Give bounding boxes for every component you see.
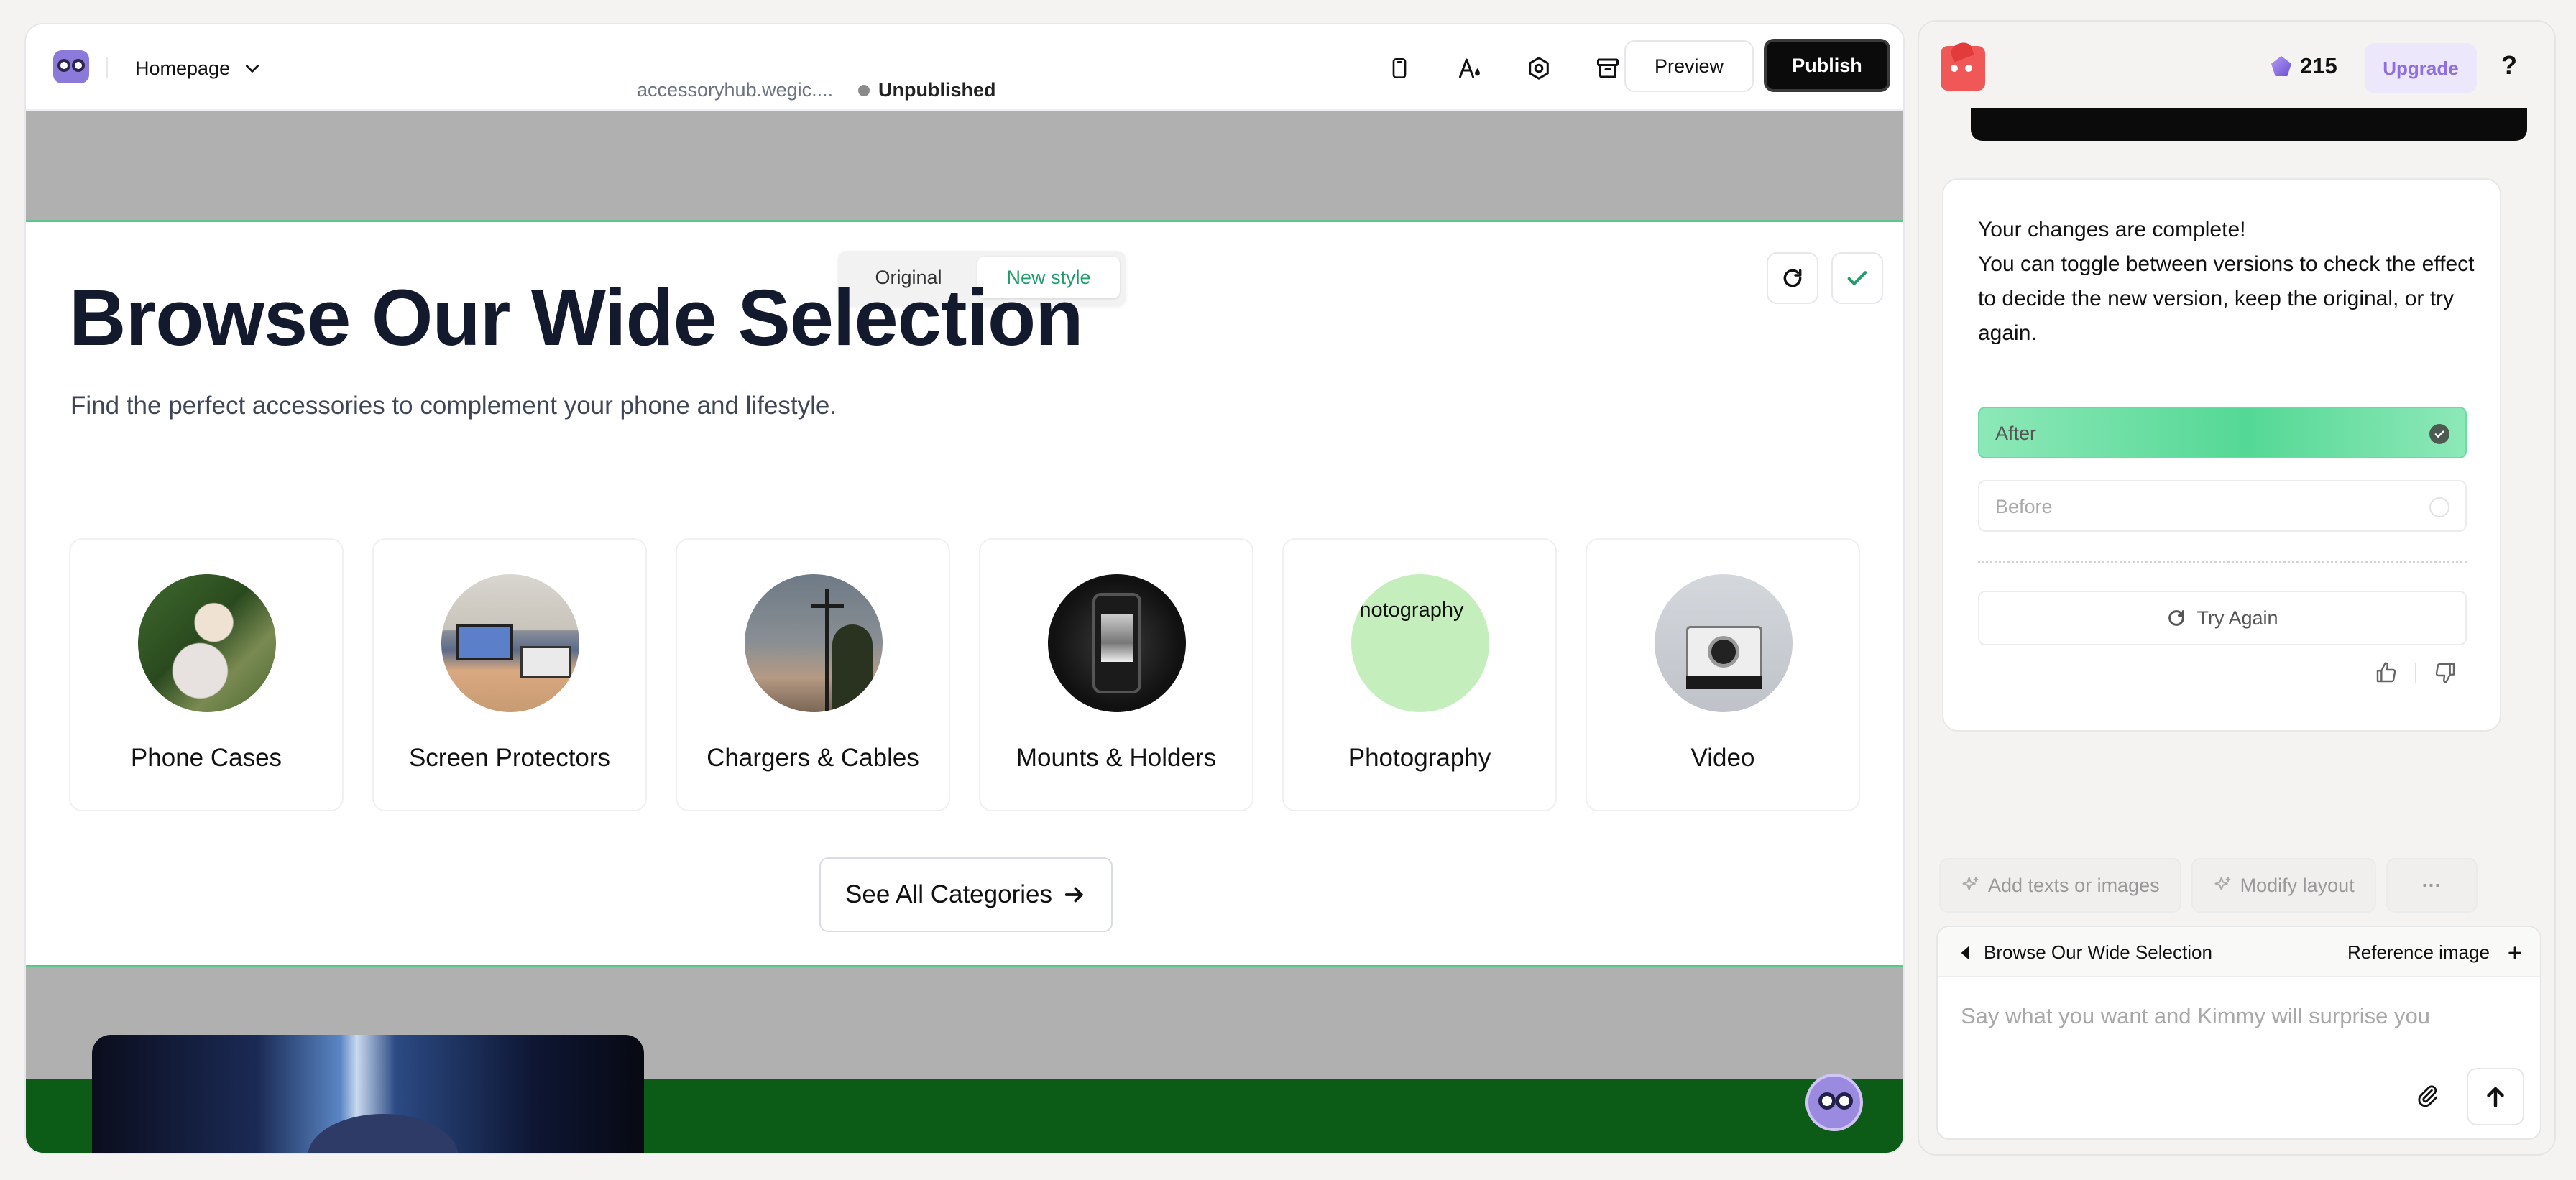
category-image: [138, 574, 276, 712]
editor-topbar: Homepage accessoryhub.wegic.... Unpublis…: [26, 24, 1903, 111]
try-again-button[interactable]: Try Again: [1978, 591, 2467, 645]
send-button[interactable]: [2467, 1068, 2524, 1125]
assistant-panel: 215 Upgrade ? Your changes are complete!…: [1918, 20, 2556, 1156]
section-title: Browse Our Wide Selection: [69, 274, 1083, 362]
caret-left-icon[interactable]: [1959, 945, 1971, 961]
chat-input[interactable]: Say what you want and Kimmy will surpris…: [1961, 1003, 2430, 1029]
categories-section[interactable]: Original New style Browse Our Wide Selec…: [26, 220, 1903, 967]
category-card[interactable]: Mounts & Holders: [979, 538, 1254, 811]
selection-context-bar: Browse Our Wide Selection Reference imag…: [1938, 927, 2540, 977]
suggestion-chips: Add texts or images Modify layout ···: [1939, 858, 2478, 913]
upgrade-button[interactable]: Upgrade: [2365, 43, 2477, 93]
arrow-right-icon: [1064, 887, 1083, 903]
chip-label: Add texts or images: [1988, 874, 2160, 896]
category-card[interactable]: Phone Cases: [69, 538, 344, 811]
thumbs-up-icon[interactable]: [2375, 661, 2398, 684]
assistant-bot-icon[interactable]: [1806, 1074, 1863, 1131]
message-line-2: You can toggle between versions to check…: [1978, 252, 2475, 345]
category-image: [745, 574, 883, 712]
category-card[interactable]: Chargers & Cables: [676, 538, 950, 811]
mobile-icon[interactable]: [1383, 52, 1416, 85]
credits-counter: 215: [2271, 53, 2337, 79]
divider: [2415, 663, 2416, 683]
chip-add-texts-images[interactable]: Add texts or images: [1939, 858, 2181, 913]
category-label: Mounts & Holders: [1016, 744, 1217, 772]
chip-label: Modify layout: [2240, 874, 2355, 896]
page-selector-label: Homepage: [135, 57, 231, 79]
publish-button[interactable]: Publish: [1764, 39, 1890, 92]
refresh-icon: [1783, 269, 1802, 287]
context-label: Browse Our Wide Selection: [1984, 941, 2212, 963]
sparkle-icon: [2214, 877, 2231, 890]
chip-modify-layout[interactable]: Modify layout: [2191, 858, 2376, 913]
after-label: After: [1995, 423, 2037, 444]
category-label: Screen Protectors: [408, 744, 611, 772]
broken-image-alt-text: Photography: [1351, 599, 1464, 622]
divider: [1978, 561, 2467, 563]
version-after-option[interactable]: After: [1978, 407, 2467, 458]
category-card[interactable]: Screen Protectors: [372, 538, 647, 811]
settings-icon[interactable]: [1522, 52, 1555, 85]
category-image: [1655, 574, 1793, 712]
plus-icon[interactable]: [2507, 945, 2523, 961]
check-icon: [1847, 271, 1867, 285]
category-label: Phone Cases: [130, 744, 282, 772]
chat-input-box: Browse Our Wide Selection Reference imag…: [1936, 926, 2542, 1140]
check-circle-icon: [2429, 424, 2450, 444]
arrow-up-icon: [2487, 1087, 2504, 1107]
refresh-icon: [2168, 610, 2185, 626]
message-line-1: Your changes are complete!: [1978, 218, 2246, 241]
archive-icon[interactable]: [1591, 52, 1624, 85]
category-label: Chargers & Cables: [707, 744, 919, 772]
before-label: Before: [1995, 496, 2053, 517]
user-avatar[interactable]: [1941, 40, 1985, 91]
more-options-icon[interactable]: ···: [2386, 858, 2478, 913]
status-dot-icon: [858, 84, 870, 96]
editor-panel: Homepage accessoryhub.wegic.... Unpublis…: [24, 23, 1905, 1154]
assistant-message: Your changes are complete! You can toggl…: [1978, 213, 2481, 351]
version-before-option[interactable]: Before: [1978, 480, 2467, 532]
next-section-image: [92, 1035, 644, 1153]
help-icon[interactable]: ?: [2501, 50, 2517, 80]
preview-button[interactable]: Preview: [1624, 40, 1754, 92]
category-card[interactable]: Photography Photography: [1282, 538, 1557, 811]
divider: [106, 57, 108, 78]
category-image: [441, 574, 579, 712]
category-label: Photography: [1348, 744, 1491, 772]
app-logo-icon[interactable]: [53, 50, 89, 83]
credits-value: 215: [2300, 53, 2337, 78]
page-selector[interactable]: Homepage: [135, 50, 262, 86]
see-all-categories-button[interactable]: See All Categories: [819, 857, 1113, 932]
previous-message-bubble: [1971, 108, 2527, 141]
sparkle-icon: [1962, 877, 1979, 890]
font-color-icon[interactable]: [1453, 52, 1486, 85]
paperclip-icon[interactable]: [2409, 1078, 2445, 1114]
try-again-label: Try Again: [2196, 607, 2278, 629]
reference-image-label: Reference image: [2347, 941, 2490, 963]
chip-label: ···: [2421, 874, 2442, 896]
accept-button[interactable]: [1831, 252, 1883, 304]
assistant-message-card: Your changes are complete! You can toggl…: [1942, 178, 2501, 732]
previous-section-placeholder: [26, 111, 1903, 220]
category-label: Video: [1690, 744, 1755, 772]
thumbs-down-icon[interactable]: [2434, 661, 2457, 684]
assistant-header: 215 Upgrade ?: [1919, 22, 2554, 112]
gem-icon: [2271, 56, 2291, 76]
site-domain[interactable]: accessoryhub.wegic....: [637, 79, 833, 101]
category-image: [1048, 574, 1186, 712]
publish-status: Unpublished: [858, 79, 996, 101]
chevron-down-icon: [246, 65, 259, 73]
category-card[interactable]: Video: [1586, 538, 1860, 811]
radio-icon: [2429, 497, 2450, 517]
feedback-buttons: [2375, 661, 2457, 684]
regenerate-button[interactable]: [1767, 252, 1818, 304]
category-image: Photography: [1351, 574, 1489, 712]
section-subtitle: Find the perfect accessories to compleme…: [70, 392, 837, 420]
see-all-label: See All Categories: [845, 880, 1052, 908]
publish-status-label: Unpublished: [878, 79, 996, 101]
